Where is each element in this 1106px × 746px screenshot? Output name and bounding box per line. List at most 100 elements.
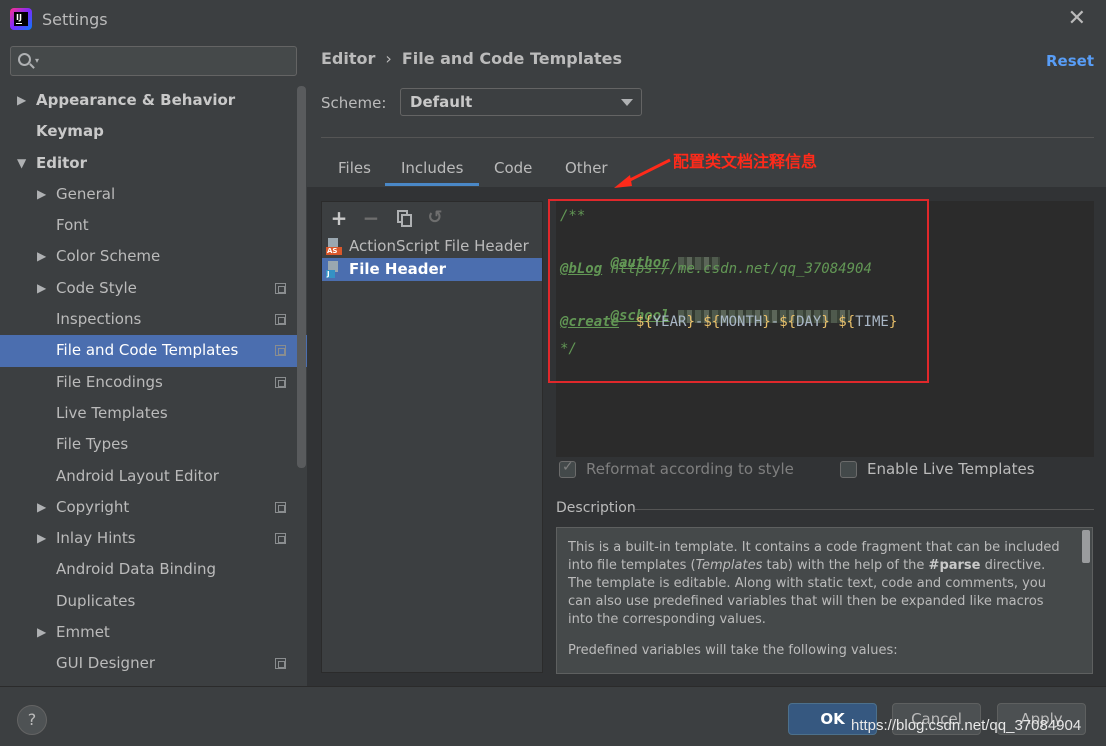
sidebar-item-label: Live Templates <box>56 403 168 422</box>
checkbox-icon[interactable] <box>840 461 857 478</box>
sidebar-item-file-and-code-templates[interactable]: File and Code Templates <box>0 335 307 367</box>
sidebar-item-label: Appearance & Behavior <box>36 91 236 109</box>
sidebar-item-editor[interactable]: ▼ Editor <box>0 148 307 179</box>
breadcrumb-separator: › <box>385 49 392 68</box>
project-settings-icon <box>275 501 286 513</box>
divider <box>635 509 1094 510</box>
sidebar-item-label: File Encodings <box>56 372 163 391</box>
scheme-dropdown[interactable]: Default <box>400 88 642 116</box>
add-icon[interactable]: + <box>328 207 350 229</box>
search-input[interactable]: ▾ <box>10 46 297 76</box>
sidebar-item-label: Inlay Hints <box>56 529 136 548</box>
sidebar-item-android-layout-editor[interactable]: Android Layout Editor <box>0 461 307 492</box>
scheme-value: Default <box>410 93 473 111</box>
window-title: Settings <box>42 10 108 29</box>
search-icon <box>18 53 31 66</box>
list-item[interactable]: J File Header <box>322 258 542 281</box>
java-file-icon: J <box>326 261 343 278</box>
sidebar-item-file-types[interactable]: File Types <box>0 429 307 460</box>
description-panel: This is a built-in template. It contains… <box>556 527 1093 674</box>
sidebar-item-label: Copyright <box>56 497 130 516</box>
search-options-caret-icon[interactable]: ▾ <box>35 56 39 65</box>
description-text: This is a built-in template. It contains… <box>568 540 1060 627</box>
tab-files[interactable]: Files <box>322 156 387 186</box>
sidebar-item-label: Color Scheme <box>56 247 161 266</box>
revert-icon[interactable]: ↺ <box>424 207 446 229</box>
project-settings-icon <box>275 345 286 357</box>
template-name: ActionScript File Header <box>349 237 529 255</box>
sidebar-item-font[interactable]: Font <box>0 210 307 241</box>
expand-arrow-icon[interactable]: ▶ <box>17 85 26 116</box>
sidebar-item-code-style[interactable]: ▶ Code Style <box>0 273 307 304</box>
sidebar-item-label: Android Data Binding <box>56 560 217 579</box>
sidebar-item-label: File Types <box>56 435 129 454</box>
sidebar-item-label: GUI Designer <box>56 654 155 673</box>
template-name: File Header <box>349 260 447 278</box>
scheme-label: Scheme: <box>321 94 387 112</box>
sidebar-item-label: Editor <box>36 153 87 172</box>
sidebar-item-copyright[interactable]: ▶ Copyright <box>0 492 307 523</box>
sidebar-item-duplicates[interactable]: Duplicates <box>0 586 307 617</box>
sidebar-item-gui-designer[interactable]: GUI Designer <box>0 648 307 679</box>
expand-arrow-icon[interactable]: ▶ <box>37 617 46 648</box>
sidebar-item-inlay-hints[interactable]: ▶ Inlay Hints <box>0 523 307 554</box>
project-settings-icon <box>275 282 286 294</box>
remove-icon[interactable]: − <box>360 207 382 229</box>
sidebar-item-label: Code Style <box>56 278 137 297</box>
project-settings-icon <box>275 314 286 326</box>
project-settings-icon <box>275 376 286 388</box>
expand-arrow-icon[interactable]: ▶ <box>37 179 46 210</box>
breadcrumb: Editor › File and Code Templates <box>321 49 622 68</box>
enable-live-templates-checkbox[interactable]: Enable Live Templates <box>840 460 1040 480</box>
reformat-label: Reformat according to style <box>586 460 794 478</box>
sidebar-item-label: Font <box>56 216 89 235</box>
dialog-footer: ? OK Cancel Apply https://blog.csdn.net/… <box>0 686 1106 746</box>
sidebar-item-label: Duplicates <box>56 591 136 610</box>
sidebar-scrollbar[interactable] <box>297 86 306 468</box>
sidebar-item-inspections[interactable]: Inspections <box>0 304 307 335</box>
title-bar: IJ Settings ✕ <box>0 0 1106 38</box>
help-button[interactable]: ? <box>17 705 47 735</box>
checkbox-icon[interactable] <box>559 459 576 478</box>
sidebar-item-general[interactable]: ▶ General <box>0 179 307 210</box>
watermark: https://blog.csdn.net/qq_37084904 <box>851 717 1082 734</box>
intellij-app-icon: IJ <box>10 8 32 30</box>
tab-code[interactable]: Code <box>478 156 548 186</box>
expand-arrow-icon[interactable]: ▶ <box>37 492 46 523</box>
settings-tree: ▶ Appearance & Behavior Keymap ▼ Editor … <box>0 85 307 680</box>
sidebar-item-file-encodings[interactable]: File Encodings <box>0 367 307 398</box>
template-list-toolbar: + − ↺ <box>322 202 542 234</box>
sidebar-item-label: File and Code Templates <box>56 341 239 360</box>
description-scrollbar[interactable] <box>1082 530 1090 563</box>
divider <box>321 137 1094 138</box>
sidebar-item-label: Inspections <box>56 310 142 329</box>
sidebar-item-live-templates[interactable]: Live Templates <box>0 398 307 429</box>
sidebar-item-emmet[interactable]: ▶ Emmet <box>0 617 307 648</box>
sidebar-item-label: Android Layout Editor <box>56 466 219 485</box>
sidebar-item-label: General <box>56 184 116 203</box>
sidebar-item-label: Keymap <box>36 122 104 141</box>
collapse-arrow-icon[interactable]: ▼ <box>17 148 26 179</box>
project-settings-icon <box>275 533 286 545</box>
live-templates-label: Enable Live Templates <box>867 460 1035 478</box>
expand-arrow-icon[interactable]: ▶ <box>37 241 46 272</box>
copy-icon[interactable] <box>392 207 414 229</box>
settings-sidebar: ▾ ▶ Appearance & Behavior Keymap ▼ Edito… <box>0 38 307 686</box>
breadcrumb-current: File and Code Templates <box>401 49 623 68</box>
expand-arrow-icon[interactable]: ▶ <box>37 273 46 304</box>
list-item[interactable]: AS ActionScript File Header <box>322 235 542 258</box>
sidebar-item-appearance-behavior[interactable]: ▶ Appearance & Behavior <box>0 85 307 116</box>
sidebar-item-color-scheme[interactable]: ▶ Color Scheme <box>0 241 307 272</box>
reformat-checkbox[interactable]: Reformat according to style <box>559 459 799 480</box>
project-settings-icon <box>275 658 286 670</box>
settings-content: Editor › File and Code Templates Reset Sch… <box>307 38 1106 686</box>
expand-arrow-icon[interactable]: ▶ <box>37 523 46 554</box>
sidebar-item-label: Emmet <box>56 623 110 642</box>
sidebar-item-keymap[interactable]: Keymap <box>0 116 307 147</box>
description-text: Predefined variables will take the follo… <box>568 643 898 658</box>
close-icon[interactable]: ✕ <box>1068 6 1086 31</box>
tab-includes[interactable]: Includes <box>385 156 480 186</box>
sidebar-item-android-data-binding[interactable]: Android Data Binding <box>0 554 307 585</box>
annotation-highlight-box <box>548 199 929 383</box>
reset-link[interactable]: Reset <box>1046 52 1094 70</box>
